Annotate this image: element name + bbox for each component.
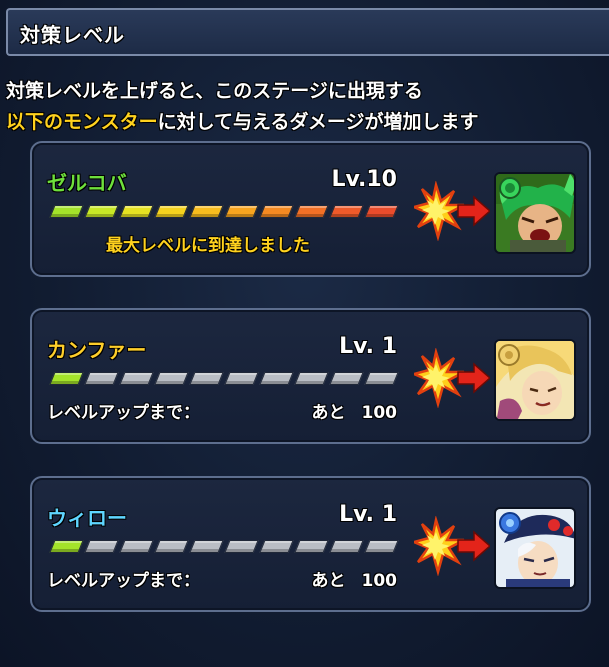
- description-rest: に対して与えるダメージが増加します: [157, 111, 479, 133]
- monster-name: カンファー: [47, 338, 147, 362]
- monster-level: Lv. 1: [339, 334, 397, 359]
- level-bar-segment: [154, 372, 189, 385]
- monster-level: Lv.10: [331, 167, 397, 192]
- level-up-label: レベルアップまで：: [47, 403, 200, 423]
- description-line-1: 対策レベルを上げると、このステージに出現する: [6, 80, 423, 102]
- remaining-label: あと: [311, 571, 346, 591]
- description-highlight: 以下のモンスター: [6, 111, 158, 133]
- section-header: 対策レベル: [6, 8, 609, 56]
- monster-level: Lv. 1: [339, 502, 397, 527]
- golden-haired-monster-portrait: [494, 339, 576, 421]
- level-bar: [49, 205, 402, 219]
- level-bar-segment: [224, 372, 259, 385]
- level-bar-segment: [294, 205, 329, 218]
- level-bar-segment: [259, 372, 294, 385]
- level-bar: [49, 540, 402, 554]
- green-horned-monster-portrait: [494, 172, 576, 254]
- damage-burst-arrow-icon: [414, 516, 490, 576]
- remaining-value: 100: [361, 571, 398, 591]
- monster-card-willow: ウィロー Lv. 1 レベルアップまで： あと 100: [30, 476, 591, 612]
- level-bar-segment: [49, 540, 84, 553]
- level-up-label: レベルアップまで：: [47, 571, 200, 591]
- level-bar-segment: [329, 372, 364, 385]
- level-bar-segment: [224, 540, 259, 553]
- level-bar-segment: [84, 372, 119, 385]
- level-bar-segment: [84, 205, 119, 218]
- level-bar-segment: [49, 205, 84, 218]
- level-bar-segment: [189, 205, 224, 218]
- level-bar-segment: [259, 540, 294, 553]
- level-bar-segment: [294, 540, 329, 553]
- level-bar-segment: [329, 540, 364, 553]
- max-level-message: 最大レベルに到達しました: [106, 236, 310, 256]
- level-bar: [49, 372, 402, 386]
- section-title: 対策レベル: [20, 23, 125, 47]
- level-bar-segment: [364, 540, 399, 553]
- level-bar-segment: [329, 205, 364, 218]
- monster-name: ウィロー: [47, 506, 127, 530]
- description-line-2: 以下のモンスターに対して与えるダメージが増加します: [6, 107, 479, 134]
- level-bar-segment: [154, 205, 189, 218]
- remaining-points: あと 100: [312, 398, 398, 423]
- remaining-label: あと: [311, 403, 346, 423]
- monster-card-camphor: カンファー Lv. 1 レベルアップまで： あと 100: [30, 308, 591, 444]
- level-bar-segment: [49, 372, 84, 385]
- level-bar-segment: [189, 540, 224, 553]
- level-bar-segment: [119, 205, 154, 218]
- level-bar-segment: [84, 540, 119, 553]
- remaining-value: 100: [361, 403, 398, 423]
- level-bar-segment: [119, 372, 154, 385]
- level-bar-segment: [189, 372, 224, 385]
- level-bar-segment: [259, 205, 294, 218]
- level-bar-segment: [294, 372, 329, 385]
- damage-burst-arrow-icon: [414, 181, 490, 241]
- blue-hat-monster-portrait: [494, 507, 576, 589]
- damage-burst-arrow-icon: [414, 348, 490, 408]
- level-bar-segment: [119, 540, 154, 553]
- monster-name: ゼルコバ: [47, 171, 127, 195]
- level-bar-segment: [364, 205, 399, 218]
- monster-card-zelkova: ゼルコバ Lv.10 最大レベルに到達しました: [30, 141, 591, 277]
- remaining-points: あと 100: [312, 566, 398, 591]
- level-bar-segment: [224, 205, 259, 218]
- level-bar-segment: [154, 540, 189, 553]
- level-bar-segment: [364, 372, 399, 385]
